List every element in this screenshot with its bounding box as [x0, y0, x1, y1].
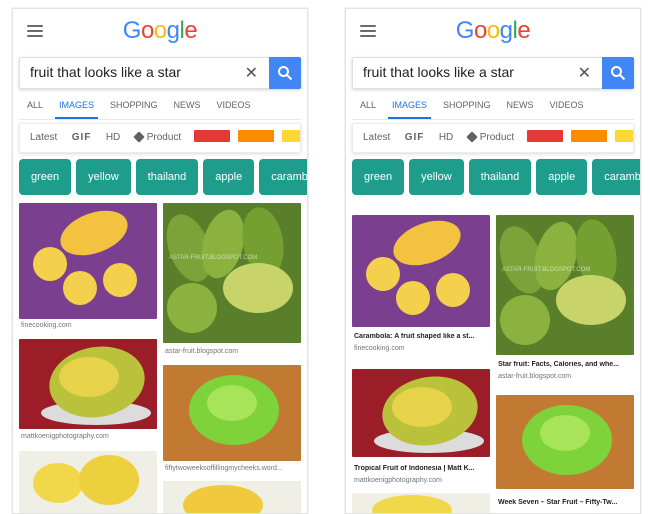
chip-thailand[interactable]: thailand	[468, 159, 532, 195]
tab-images[interactable]: IMAGES	[51, 91, 102, 119]
filter-latest[interactable]: Latest	[363, 124, 390, 152]
chip-green[interactable]: green	[19, 159, 72, 195]
watermark: ASTAR-FRUIT.BLOGSPOT.COM	[502, 267, 591, 273]
google-logo[interactable]: Google	[13, 17, 307, 45]
search-icon	[611, 66, 626, 81]
result-image[interactable]	[163, 481, 301, 513]
chip-apple[interactable]: apple	[536, 159, 588, 195]
result-image[interactable]	[352, 215, 490, 327]
tab-images[interactable]: IMAGES	[384, 91, 435, 119]
search-button[interactable]	[602, 57, 634, 89]
filter-product-label: Product	[146, 132, 182, 143]
result-title[interactable]: Carambola: A fruit shaped like a st...	[354, 333, 490, 340]
search-icon	[278, 66, 293, 81]
result-title[interactable]: Week Seven – Star Fruit – Fifty-Tw...	[498, 499, 634, 506]
color-swatch-orange[interactable]	[570, 129, 607, 142]
result-source[interactable]: astar-fruit.blogspot.com	[498, 373, 571, 380]
filter-bar: Latest GIF HD Product	[352, 123, 634, 153]
tab-videos[interactable]: VIDEOS	[542, 91, 592, 119]
filter-product-label: Product	[479, 132, 515, 143]
result-source[interactable]: mattkoenigphotography.com	[354, 477, 442, 484]
result-source[interactable]: finecooking.com	[354, 345, 405, 352]
chip-green[interactable]: green	[352, 159, 405, 195]
watermark: ASTAR-FRUIT.BLOGSPOT.COM	[169, 255, 258, 261]
close-icon[interactable]: ✕	[245, 63, 258, 83]
chip-carambola[interactable]: carambola	[592, 159, 640, 195]
chip-apple[interactable]: apple	[203, 159, 255, 195]
result-source[interactable]: astar-fruit.blogspot.com	[165, 348, 238, 355]
search-tabs: ALL IMAGES SHOPPING NEWS VIDEOS	[352, 91, 634, 120]
color-swatch-orange[interactable]	[237, 129, 274, 142]
search-button[interactable]	[269, 57, 301, 89]
top-bar: Google	[346, 9, 640, 53]
search-query[interactable]: fruit that looks like a star	[363, 64, 514, 80]
result-image[interactable]	[163, 365, 301, 461]
result-image[interactable]	[19, 203, 157, 319]
tab-shopping[interactable]: SHOPPING	[435, 91, 499, 119]
filter-hd[interactable]: HD	[106, 124, 120, 152]
filter-bar: Latest GIF HD Product	[19, 123, 301, 153]
filter-gif[interactable]: GIF	[405, 124, 425, 152]
tab-news[interactable]: NEWS	[499, 91, 542, 119]
chip-yellow[interactable]: yellow	[409, 159, 464, 195]
search-query[interactable]: fruit that looks like a star	[30, 64, 181, 80]
chip-carambola[interactable]: carambola	[259, 159, 307, 195]
filter-gif[interactable]: GIF	[72, 124, 92, 152]
result-image[interactable]	[19, 451, 157, 513]
tab-videos[interactable]: VIDEOS	[209, 91, 259, 119]
chip-thailand[interactable]: thailand	[135, 159, 199, 195]
tab-shopping[interactable]: SHOPPING	[102, 91, 166, 119]
filter-hd[interactable]: HD	[439, 124, 453, 152]
right-phone-screen: Google fruit that looks like a star ✕ AL…	[345, 8, 641, 514]
search-input[interactable]: fruit that looks like a star ✕	[19, 57, 301, 89]
result-image[interactable]	[352, 369, 490, 457]
tag-icon	[466, 131, 478, 144]
filter-product[interactable]: Product	[133, 124, 182, 152]
tab-all[interactable]: ALL	[352, 91, 384, 119]
result-image[interactable]: ASTAR-FRUIT.BLOGSPOT.COM	[163, 203, 301, 343]
result-image[interactable]	[352, 493, 490, 513]
result-source[interactable]: finecooking.com	[21, 322, 72, 329]
color-swatch-yellow[interactable]	[614, 129, 633, 142]
tag-icon	[133, 131, 145, 144]
search-tabs: ALL IMAGES SHOPPING NEWS VIDEOS	[19, 91, 301, 120]
result-source[interactable]: fiftytwoweeksoffillingmycheeks.word...	[165, 465, 283, 472]
tab-all[interactable]: ALL	[19, 91, 51, 119]
related-chips: greenyellowthailandapplecarambola	[19, 159, 307, 195]
chip-yellow[interactable]: yellow	[76, 159, 131, 195]
close-icon[interactable]: ✕	[578, 63, 591, 83]
left-phone-screen: Google fruit that looks like a star ✕ AL…	[12, 8, 308, 514]
result-title[interactable]: Tropical Fruit of Indonesia | Matt K...	[354, 465, 490, 472]
tab-news[interactable]: NEWS	[166, 91, 209, 119]
result-image[interactable]: ASTAR-FRUIT.BLOGSPOT.COM	[496, 215, 634, 355]
top-bar: Google	[13, 9, 307, 53]
result-image[interactable]	[19, 339, 157, 429]
result-image[interactable]	[496, 395, 634, 489]
color-swatch-red[interactable]	[526, 129, 563, 142]
google-logo[interactable]: Google	[346, 17, 640, 45]
result-title[interactable]: Star fruit: Facts, Calories, and whe...	[498, 361, 634, 368]
color-swatch-red[interactable]	[193, 129, 230, 142]
result-source[interactable]: mattkoenigphotography.com	[21, 433, 109, 440]
filter-latest[interactable]: Latest	[30, 124, 57, 152]
color-swatch-yellow[interactable]	[281, 129, 300, 142]
search-input[interactable]: fruit that looks like a star ✕	[352, 57, 634, 89]
filter-product[interactable]: Product	[466, 124, 515, 152]
related-chips: greenyellowthailandapplecarambola	[352, 159, 640, 195]
